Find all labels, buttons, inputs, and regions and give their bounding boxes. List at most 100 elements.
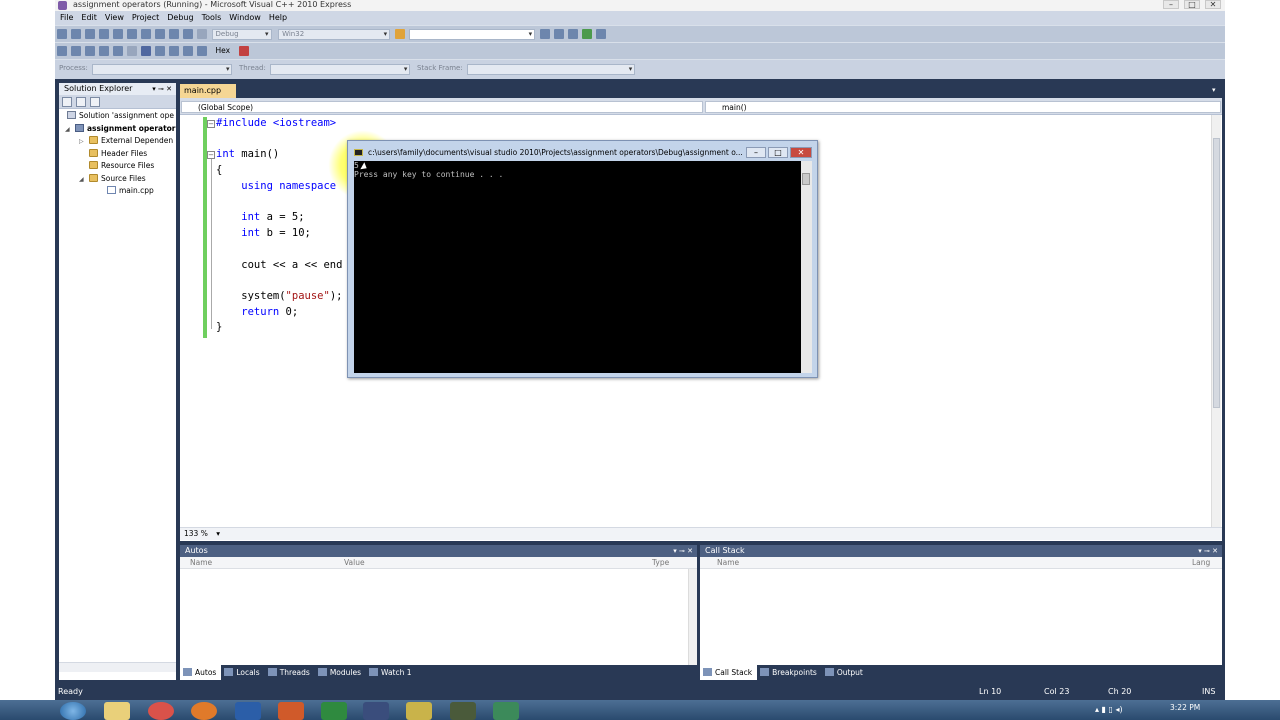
- expanded-arrow-icon[interactable]: ◢: [79, 174, 89, 186]
- console-taskbar-icon[interactable]: [406, 702, 432, 720]
- toolbox-icon[interactable]: [581, 29, 592, 39]
- firefox-taskbar-icon[interactable]: [191, 702, 217, 720]
- outdent-icon[interactable]: [113, 46, 123, 56]
- properties-icon[interactable]: [62, 97, 72, 107]
- config-select[interactable]: Debug: [211, 29, 272, 40]
- comment-icon[interactable]: [57, 46, 67, 56]
- find-combo[interactable]: [409, 29, 536, 40]
- scroll-thumb[interactable]: [1213, 138, 1220, 408]
- open-icon[interactable]: [85, 29, 95, 39]
- paste-icon[interactable]: [155, 29, 165, 39]
- save-all-icon[interactable]: [113, 29, 123, 39]
- tab-autos[interactable]: Autos: [180, 665, 222, 680]
- add-item-icon[interactable]: [71, 29, 81, 39]
- column-name[interactable]: Name: [190, 557, 212, 568]
- menu-view[interactable]: View: [105, 13, 124, 22]
- tab-dropdown-icon[interactable]: ▾: [1212, 86, 1216, 94]
- new-project-icon[interactable]: [57, 29, 67, 39]
- app2-taskbar-icon[interactable]: [493, 702, 519, 720]
- platform-select[interactable]: Win32: [278, 29, 391, 40]
- tree-item-external-dependencies[interactable]: ▷ External Dependen: [59, 135, 176, 148]
- hex-toggle[interactable]: Hex: [216, 46, 231, 55]
- console-maximize-button[interactable]: □: [768, 147, 788, 158]
- powerpoint-taskbar-icon[interactable]: [278, 702, 304, 720]
- step-over-icon[interactable]: [169, 46, 179, 56]
- menu-help[interactable]: Help: [269, 13, 287, 22]
- uncomment-icon[interactable]: [71, 46, 81, 56]
- find-in-files-icon[interactable]: [539, 29, 550, 39]
- start-button[interactable]: [60, 702, 86, 720]
- show-all-icon[interactable]: [76, 97, 86, 107]
- column-type[interactable]: Type: [652, 557, 669, 568]
- tree-item-header-files[interactable]: Header Files: [59, 148, 176, 161]
- function-select[interactable]: main(): [705, 101, 1221, 113]
- panel-pin-icon[interactable]: ▾ ⊸ ✕: [1198, 545, 1218, 557]
- tree-item-source-files[interactable]: ◢ Source Files: [59, 173, 176, 186]
- menu-file[interactable]: File: [60, 13, 73, 22]
- start-debug-icon[interactable]: [197, 29, 207, 39]
- menu-debug[interactable]: Debug: [167, 13, 193, 22]
- copy-icon[interactable]: [141, 29, 151, 39]
- menu-window[interactable]: Window: [229, 13, 261, 22]
- tab-threads[interactable]: Threads: [265, 665, 315, 680]
- outline-collapse-icon[interactable]: −: [207, 151, 215, 159]
- tray-icons[interactable]: ▴ ▮ ▯ ◂): [1095, 705, 1155, 715]
- app-taskbar-icon[interactable]: [450, 702, 476, 720]
- column-name[interactable]: Name: [717, 557, 739, 568]
- zoom-level[interactable]: 133 %: [184, 529, 208, 538]
- extension-icon[interactable]: [595, 29, 606, 39]
- redo-icon[interactable]: [183, 29, 193, 39]
- step-out-icon[interactable]: [183, 46, 193, 56]
- console-scrollbar[interactable]: [801, 161, 812, 373]
- refresh-icon[interactable]: [90, 97, 100, 107]
- undo-icon[interactable]: [169, 29, 179, 39]
- console-output[interactable]: 5 Press any key to continue . . .: [354, 161, 801, 373]
- solution-explorer-hscroll[interactable]: [59, 662, 176, 672]
- save-icon[interactable]: [99, 29, 109, 39]
- tab-call-stack[interactable]: Call Stack: [700, 665, 758, 680]
- menu-project[interactable]: Project: [132, 13, 159, 22]
- column-lang[interactable]: Lang: [1192, 557, 1210, 568]
- continue-icon[interactable]: [127, 46, 137, 56]
- solution-explorer-icon[interactable]: [553, 29, 564, 39]
- tree-item-solution[interactable]: Solution 'assignment ope: [59, 110, 176, 123]
- autos-scrollbar[interactable]: [688, 569, 697, 665]
- tab-watch-1[interactable]: Watch 1: [366, 665, 417, 680]
- tab-output[interactable]: Output: [822, 665, 868, 680]
- explorer-taskbar-icon[interactable]: [104, 702, 130, 720]
- windows-icon[interactable]: [238, 46, 249, 56]
- tab-main-cpp[interactable]: main.cpp ✕: [180, 84, 236, 109]
- tab-locals[interactable]: Locals: [221, 665, 264, 680]
- tab-breakpoints[interactable]: Breakpoints: [757, 665, 822, 680]
- outline-collapse-icon[interactable]: −: [207, 120, 215, 128]
- stack-frame-select[interactable]: [467, 64, 636, 75]
- column-value[interactable]: Value: [344, 557, 365, 568]
- collapsed-arrow-icon[interactable]: ▷: [79, 136, 89, 148]
- console-minimize-button[interactable]: –: [746, 147, 766, 158]
- tree-item-project[interactable]: ◢ assignment operator: [59, 123, 176, 136]
- cut-icon[interactable]: [127, 29, 137, 39]
- expanded-arrow-icon[interactable]: ◢: [65, 124, 75, 136]
- editor-vertical-scrollbar[interactable]: [1211, 115, 1221, 527]
- close-button[interactable]: ✕: [1205, 0, 1221, 9]
- stop-debug-icon[interactable]: [141, 46, 151, 56]
- tree-item-main-cpp[interactable]: main.cpp: [59, 185, 176, 198]
- clock[interactable]: 3:22 PM: [1170, 703, 1200, 712]
- panel-pin-icon[interactable]: ▾ ⊸ ✕: [673, 545, 693, 557]
- properties-icon[interactable]: [567, 29, 578, 39]
- thread-select[interactable]: [270, 64, 411, 75]
- maximize-button[interactable]: □: [1184, 0, 1200, 9]
- visual-studio-taskbar-icon[interactable]: [363, 702, 389, 720]
- tab-modules[interactable]: Modules: [315, 665, 366, 680]
- scope-select[interactable]: (Global Scope): [181, 101, 703, 113]
- excel-taskbar-icon[interactable]: [321, 702, 347, 720]
- step-into-icon[interactable]: [155, 46, 165, 56]
- word-taskbar-icon[interactable]: [235, 702, 261, 720]
- indent-icon[interactable]: [99, 46, 109, 56]
- find-icon[interactable]: [394, 29, 405, 39]
- console-scroll-thumb[interactable]: [802, 173, 810, 185]
- chrome-taskbar-icon[interactable]: [148, 702, 174, 720]
- console-close-button[interactable]: ✕: [790, 147, 812, 158]
- menu-tools[interactable]: Tools: [202, 13, 222, 22]
- panel-pin-icon[interactable]: ▾ ⊸ ✕: [152, 83, 172, 95]
